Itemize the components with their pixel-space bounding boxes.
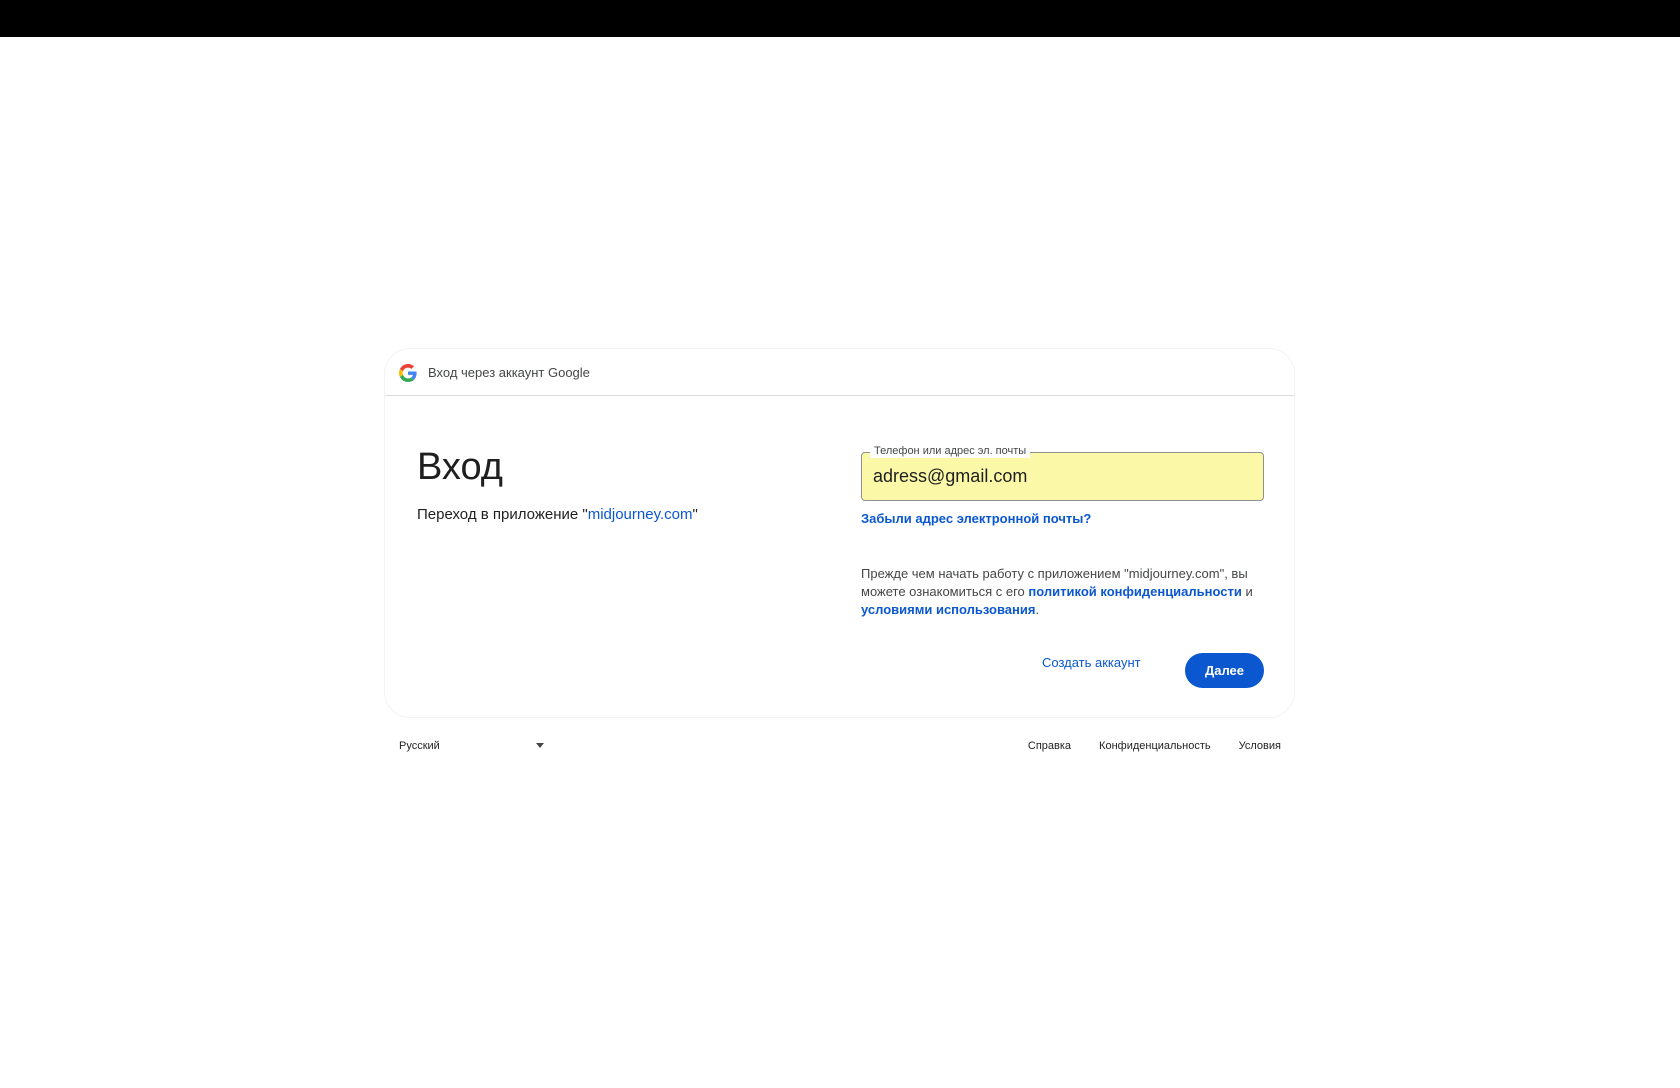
next-button[interactable]: Далее [1185, 653, 1264, 688]
header-title: Вход через аккаунт Google [428, 365, 590, 380]
notice-text-middle: и [1241, 584, 1253, 599]
footer-link-help[interactable]: Справка [1028, 739, 1071, 753]
footer-link-privacy[interactable]: Конфиденциальность [1099, 739, 1211, 753]
card-header: Вход через аккаунт Google [385, 349, 1294, 396]
create-account-button[interactable]: Создать аккаунт [1042, 654, 1141, 672]
footer-links: Справка Конфиденциальность Условия [1028, 739, 1281, 753]
chevron-down-icon[interactable] [536, 743, 544, 748]
email-field[interactable] [873, 466, 1253, 487]
google-g-icon [399, 364, 417, 382]
footer-link-terms[interactable]: Условия [1239, 739, 1281, 753]
redirect-subtitle: Переход в приложение "midjourney.com" [417, 505, 698, 525]
app-link[interactable]: midjourney.com [588, 506, 693, 523]
page-title: Вход [417, 446, 503, 488]
top-black-bar [0, 0, 1680, 37]
language-select[interactable]: Русский [399, 739, 440, 753]
forgot-email-link[interactable]: Забыли адрес электронной почты? [861, 510, 1091, 528]
email-field-label: Телефон или адрес эл. почты [870, 444, 1031, 458]
subtitle-suffix: " [692, 506, 698, 523]
privacy-policy-link[interactable]: политикой конфиденциальности [1028, 584, 1241, 599]
signin-card: Вход через аккаунт Google Вход Переход в… [384, 348, 1295, 718]
privacy-notice: Прежде чем начать работу с приложением "… [861, 565, 1261, 619]
email-field-container[interactable]: Телефон или адрес эл. почты [861, 444, 1264, 501]
subtitle-prefix: Переход в приложение " [417, 506, 588, 523]
terms-link[interactable]: условиями использования [861, 602, 1035, 617]
footer: Русский Справка Конфиденциальность Услов… [384, 737, 1295, 757]
notice-text-after: . [1035, 602, 1040, 617]
